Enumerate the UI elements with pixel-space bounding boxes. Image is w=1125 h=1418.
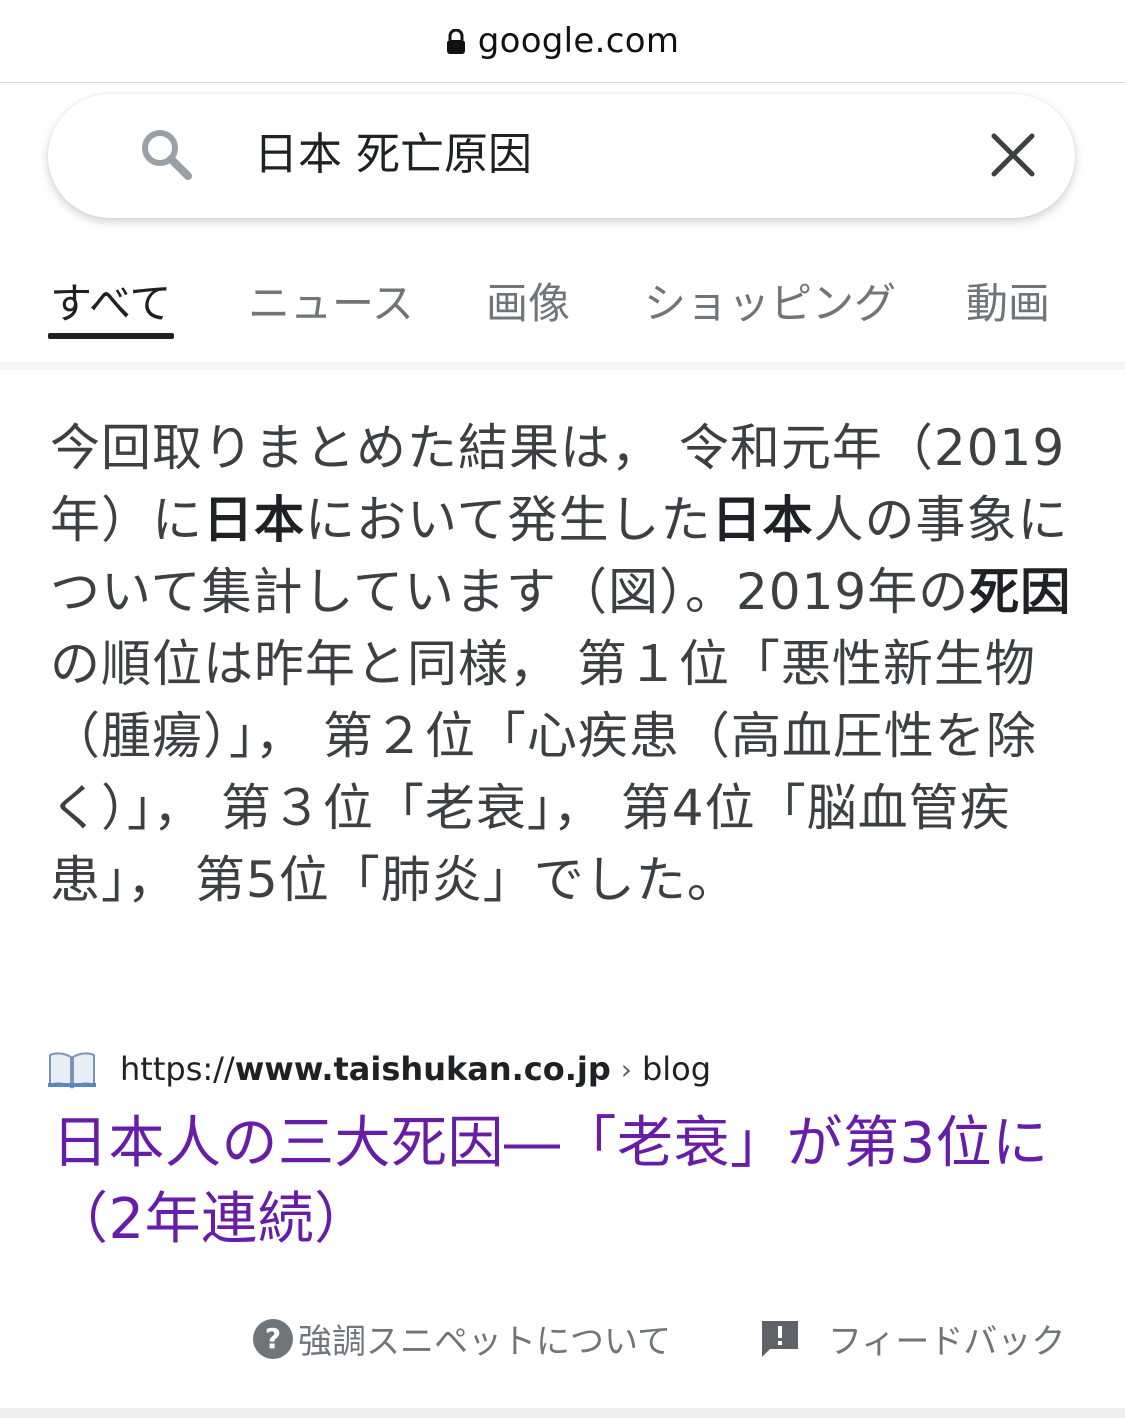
tab-shopping[interactable]: ショッピング [644, 270, 896, 331]
url-domain-bold: www.taishukan.co.jp [234, 1050, 611, 1088]
breadcrumb-separator: › [620, 1052, 632, 1086]
url-domain: google.com [477, 21, 680, 61]
snippet-highlight: 死因 [969, 563, 1072, 621]
search-box[interactable] [48, 94, 1075, 218]
featured-snippet-text: 今回取りまとめた結果は， 令和元年（2019年）に日本において発生した日本人の事… [50, 412, 1090, 916]
search-input[interactable] [252, 122, 956, 188]
help-label: 強調スニペットについて [298, 1322, 671, 1362]
browser-url-bar[interactable]: google.com [0, 0, 1125, 83]
result-source[interactable]: https://www.taishukan.co.jp › blog [48, 1044, 711, 1094]
feedback-label: フィードバック [828, 1322, 1066, 1362]
snippet-segment: において発生した [305, 491, 712, 549]
tab-images[interactable]: 画像 [486, 270, 570, 331]
feedback-icon [762, 1320, 798, 1357]
book-icon [48, 1052, 96, 1089]
divider [0, 362, 1125, 370]
snippet-highlight: 日本 [203, 491, 305, 549]
snippet-footer: ? 強調スニペットについて フィードバック [0, 1306, 1125, 1366]
tab-all[interactable]: すべて [50, 270, 171, 331]
url-prefix: https:// [120, 1050, 235, 1088]
active-tab-indicator [48, 333, 174, 339]
tab-videos[interactable]: 動画 [966, 270, 1050, 331]
help-icon: ? [253, 1318, 293, 1359]
result-url: https://www.taishukan.co.jp [120, 1050, 611, 1088]
snippet-highlight: 日本 [711, 491, 814, 549]
url-path: blog [641, 1050, 712, 1088]
divider [0, 1408, 1125, 1418]
about-featured-snippets[interactable]: ? 強調スニペットについて [252, 1314, 671, 1363]
snippet-segment: の順位は昨年と同様， 第１位「悪性新生物（腫瘍）」， 第２位「心疾患（高血圧性を… [50, 635, 1037, 909]
close-icon[interactable] [988, 130, 1038, 180]
result-title-link[interactable]: 日本人の三大死因―「老衰」が第3位に（2年連続） [52, 1106, 1082, 1258]
svg-text:?: ? [265, 1322, 281, 1355]
search-icon[interactable] [138, 126, 194, 182]
tab-news[interactable]: ニュース [248, 270, 414, 331]
lock-icon [446, 29, 465, 54]
feedback-button[interactable]: フィードバック [760, 1314, 1065, 1363]
